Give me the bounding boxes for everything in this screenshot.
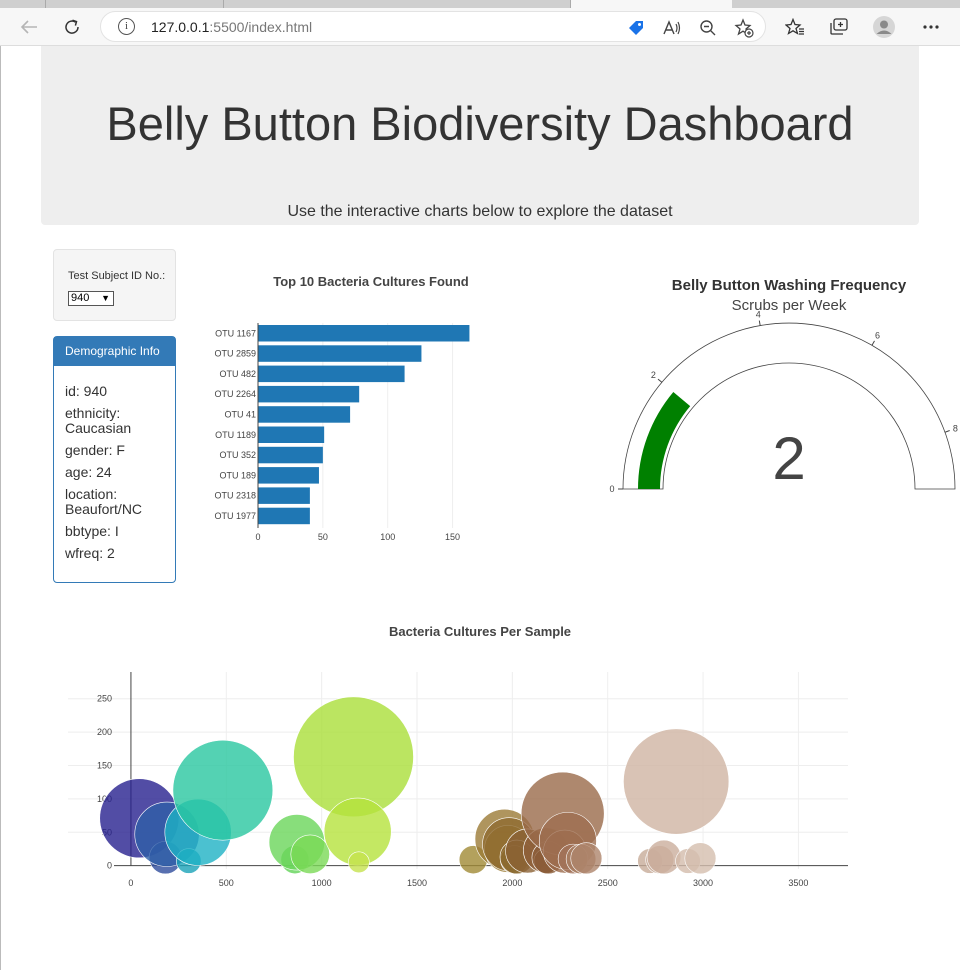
gauge-tick-label: 2 — [651, 370, 656, 380]
tab-strip — [0, 0, 960, 8]
tab-active[interactable] — [570, 0, 732, 8]
more-menu-icon[interactable] — [917, 14, 945, 40]
demographic-panel: Demographic Info id: 940 ethnicity: Cauc… — [53, 336, 176, 583]
favorites-icon[interactable] — [781, 14, 809, 40]
url-text[interactable]: 127.0.0.1:5500/index.html — [151, 19, 312, 35]
demo-bbtype: bbtype: I — [65, 523, 119, 539]
add-favorite-icon[interactable] — [734, 18, 754, 38]
gauge-tick — [871, 340, 875, 346]
page-header: Belly Button Biodiversity Dashboard Use … — [41, 46, 919, 225]
bubble-point — [623, 728, 730, 835]
window-border — [0, 46, 1, 970]
chevron-down-icon: ▼ — [101, 293, 110, 303]
browser-toolbar: i 127.0.0.1:5500/index.html — [0, 8, 960, 46]
panel-body: id: 940 ethnicity: Caucasian gender: F a… — [54, 366, 175, 561]
subject-selector-well: Test Subject ID No.: 940 ▼ — [53, 249, 176, 321]
bar — [258, 426, 325, 443]
gauge-tick-label: 8 — [953, 423, 958, 433]
bar — [258, 507, 310, 525]
back-arrow-icon[interactable] — [15, 14, 43, 40]
shopping-tag-icon[interactable] — [626, 18, 646, 38]
bubble-chart: Bacteria Cultures Per Sample 0 500 1000 150… — [68, 624, 848, 888]
bar-y-tick-label: OTU 1167 — [215, 328, 256, 338]
tab[interactable] — [223, 0, 399, 8]
bar — [258, 406, 351, 423]
bar-y-tick-label: OTU 189 — [219, 470, 256, 480]
bubble-x-tick-label: 1500 — [407, 878, 427, 888]
demo-ethnicity: ethnicity: Caucasian — [65, 405, 132, 436]
gauge-value: 2 — [772, 425, 805, 492]
profile-avatar[interactable] — [870, 14, 898, 40]
bubble-x-tick-label: 1000 — [312, 878, 332, 888]
bubble-point — [172, 739, 274, 841]
bar-chart: Top 10 Bacteria Cultures Found 0 50 100 150… — [214, 274, 470, 542]
gauge-tick — [758, 320, 761, 326]
bubble-point — [646, 839, 682, 875]
gauge-subtitle: Scrubs per Week — [732, 297, 847, 314]
bar-y-tick-label: OTU 1977 — [214, 511, 256, 521]
bar-x-tick-label: 150 — [445, 532, 460, 542]
read-aloud-icon[interactable] — [662, 18, 682, 38]
bubble-point — [570, 842, 603, 875]
bar-x-tick-label: 100 — [380, 532, 395, 542]
zoom-out-icon[interactable] — [698, 18, 718, 38]
bubble-x-tick-label: 2500 — [598, 878, 618, 888]
bar-chart-title: Top 10 Bacteria Cultures Found — [273, 274, 469, 289]
bubble-chart-title: Bacteria Cultures Per Sample — [389, 624, 571, 639]
bar — [258, 345, 422, 362]
collections-icon[interactable] — [825, 14, 853, 40]
bar — [258, 446, 323, 464]
bubble-x-tick-label: 3500 — [788, 878, 808, 888]
gauge-tick-label: 4 — [756, 310, 761, 320]
demo-id: id: 940 — [65, 383, 108, 399]
page-subtitle: Use the interactive charts below to expl… — [287, 203, 673, 220]
bar-y-tick-label: OTU 2264 — [214, 389, 256, 399]
gauge-tick — [944, 430, 950, 433]
bubble-x-tick-label: 0 — [128, 878, 133, 888]
site-info-icon[interactable]: i — [118, 18, 135, 35]
tab[interactable] — [45, 0, 223, 8]
bubble-x-tick-label: 3000 — [693, 878, 713, 888]
select-value: 940 — [71, 292, 90, 304]
bar — [258, 487, 310, 504]
bar-y-tick-label: OTU 1189 — [215, 430, 256, 440]
url-path: :5500/index.html — [209, 19, 313, 35]
gauge-tick — [657, 378, 663, 383]
gauge-chart: Belly Button Washing Frequency Scrubs pe… — [609, 277, 958, 494]
page-title: Belly Button Biodiversity Dashboard — [106, 97, 854, 150]
bar-y-tick-label: OTU 41 — [224, 409, 256, 419]
url-host: 127.0.0.1 — [151, 19, 210, 35]
subject-id-select[interactable]: 940 ▼ — [68, 291, 114, 306]
bar-y-tick-label: OTU 2859 — [214, 349, 256, 359]
bubble-y-tick-label: 200 — [97, 727, 112, 737]
bar-y-tick-label: OTU 2318 — [214, 491, 256, 501]
bubble-y-tick-label: 150 — [97, 760, 112, 770]
gauge-title: Belly Button Washing Frequency — [672, 277, 907, 294]
demo-gender: gender: F — [65, 442, 125, 458]
demo-age: age: 24 — [65, 464, 112, 480]
bar-y-tick-label: OTU 352 — [219, 450, 256, 460]
bubble-point — [290, 834, 330, 874]
bar-x-tick-label: 0 — [255, 532, 260, 542]
address-bar[interactable]: i 127.0.0.1:5500/index.html — [100, 11, 766, 42]
bubble-x-tick-label: 500 — [219, 878, 234, 888]
bubble-point — [348, 851, 370, 874]
bar — [258, 325, 470, 342]
demo-location: location: Beaufort/NC — [65, 486, 143, 517]
bubble-x-tick-label: 2000 — [502, 878, 522, 888]
subject-selector-label: Test Subject ID No.: — [68, 270, 166, 282]
bar-y-tick-label: OTU 482 — [219, 369, 256, 379]
refresh-icon[interactable] — [58, 14, 86, 40]
bar-x-tick-label: 50 — [318, 532, 328, 542]
bubble-y-tick-label: 250 — [97, 694, 112, 704]
bubble-point — [684, 842, 717, 875]
gauge-tick-label: 6 — [875, 331, 880, 341]
bar — [258, 467, 319, 484]
demo-wfreq: wfreq: 2 — [65, 545, 115, 561]
panel-heading: Demographic Info — [54, 337, 175, 366]
bar — [258, 385, 360, 403]
bar — [258, 365, 405, 383]
gauge-tick-label: 0 — [609, 484, 614, 494]
bubble-y-tick-label: 0 — [107, 861, 112, 871]
